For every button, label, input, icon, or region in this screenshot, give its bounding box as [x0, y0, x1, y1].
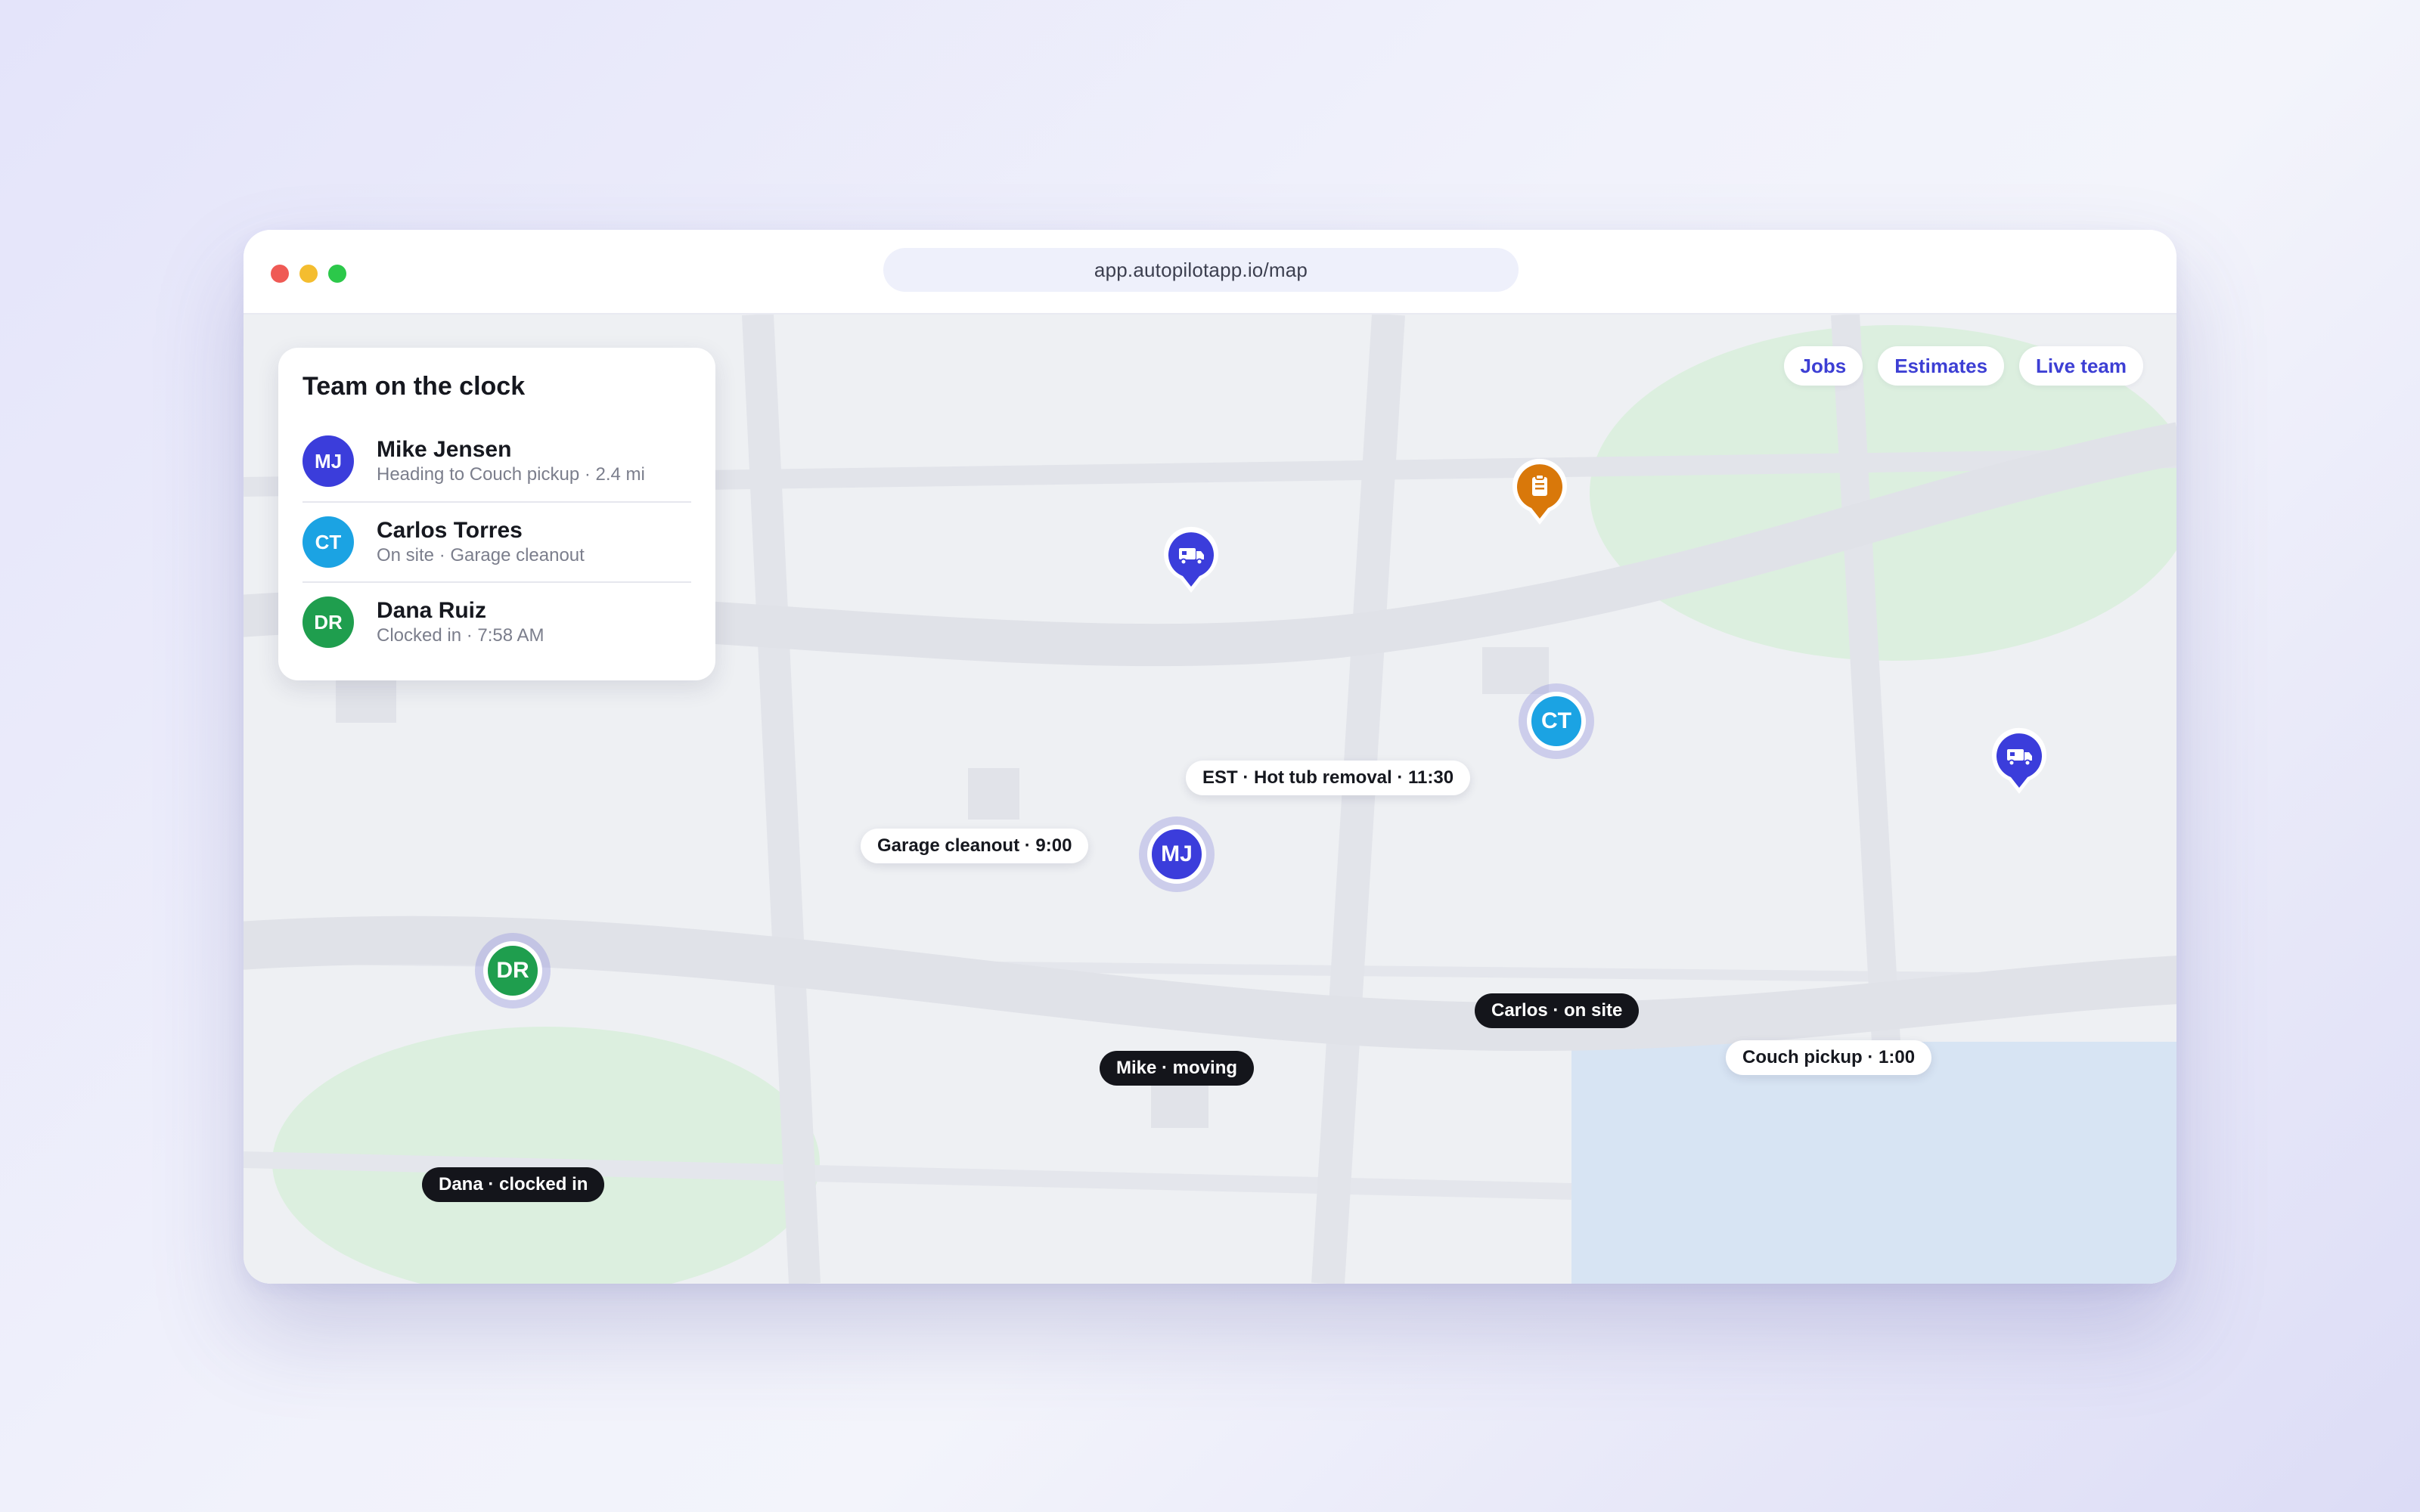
team-location-marker[interactable]: CT — [1519, 683, 1594, 759]
job-pin-label[interactable]: Garage cleanout · 9:00 — [861, 829, 1089, 863]
member-name: Carlos Torres — [377, 518, 523, 543]
filter-live-team-button[interactable]: Live team — [2019, 346, 2143, 386]
estimate-pin-label[interactable]: EST · Hot tub removal · 11:30 — [1186, 761, 1471, 795]
filter-jobs-button[interactable]: Jobs — [1783, 346, 1863, 386]
job-pin[interactable] — [1161, 526, 1221, 596]
panel-title: Team on the clock — [302, 372, 526, 401]
team-member-row[interactable]: DR Dana Ruiz Clocked in · 7:58 AM — [302, 581, 691, 662]
team-marker-label[interactable]: Dana · clocked in — [422, 1167, 605, 1202]
maximize-window-button[interactable] — [328, 265, 346, 283]
member-name: Mike Jensen — [377, 437, 512, 462]
clipboard-icon — [1532, 474, 1547, 496]
avatar: MJ — [302, 435, 354, 487]
minimize-window-button[interactable] — [299, 265, 318, 283]
team-marker-label[interactable]: Mike · moving — [1100, 1051, 1255, 1086]
team-member-row[interactable]: MJ Mike Jensen Heading to Couch pickup ·… — [302, 421, 691, 501]
team-member-row[interactable]: CT Carlos Torres On site · Garage cleano… — [302, 501, 691, 581]
water-area — [1571, 1042, 2176, 1284]
map-filter-toggles: Jobs Estimates Live team — [1783, 346, 2143, 386]
team-location-marker[interactable]: DR — [475, 933, 551, 1009]
estimate-pin[interactable] — [1509, 458, 1570, 528]
team-location-marker[interactable]: MJ — [1139, 816, 1215, 892]
close-window-button[interactable] — [271, 265, 289, 283]
member-status: Heading to Couch pickup · 2.4 mi — [377, 464, 645, 485]
filter-estimates-button[interactable]: Estimates — [1878, 346, 2005, 386]
address-bar[interactable]: app.autopilotapp.io/map — [883, 248, 1519, 292]
avatar: CT — [302, 516, 354, 568]
member-status: On site · Garage cleanout — [377, 545, 585, 565]
job-pin[interactable] — [1989, 727, 2049, 797]
browser-titlebar: app.autopilotapp.io/map — [244, 230, 2176, 314]
job-pin-label[interactable]: Couch pickup · 1:00 — [1726, 1040, 1932, 1075]
member-status: Clocked in · 7:58 AM — [377, 625, 544, 646]
avatar: CT — [1527, 692, 1586, 751]
browser-window: app.autopilotapp.io/map Team on the cloc… — [244, 230, 2176, 1284]
avatar: DR — [483, 941, 542, 1000]
team-marker-label[interactable]: Carlos · on site — [1475, 993, 1640, 1028]
avatar: DR — [302, 596, 354, 648]
avatar: MJ — [1147, 825, 1206, 884]
team-on-clock-panel: Team on the clock MJ Mike Jensen Heading… — [278, 348, 715, 680]
map-view[interactable]: Team on the clock MJ Mike Jensen Heading… — [244, 314, 2176, 1284]
member-name: Dana Ruiz — [377, 598, 487, 623]
